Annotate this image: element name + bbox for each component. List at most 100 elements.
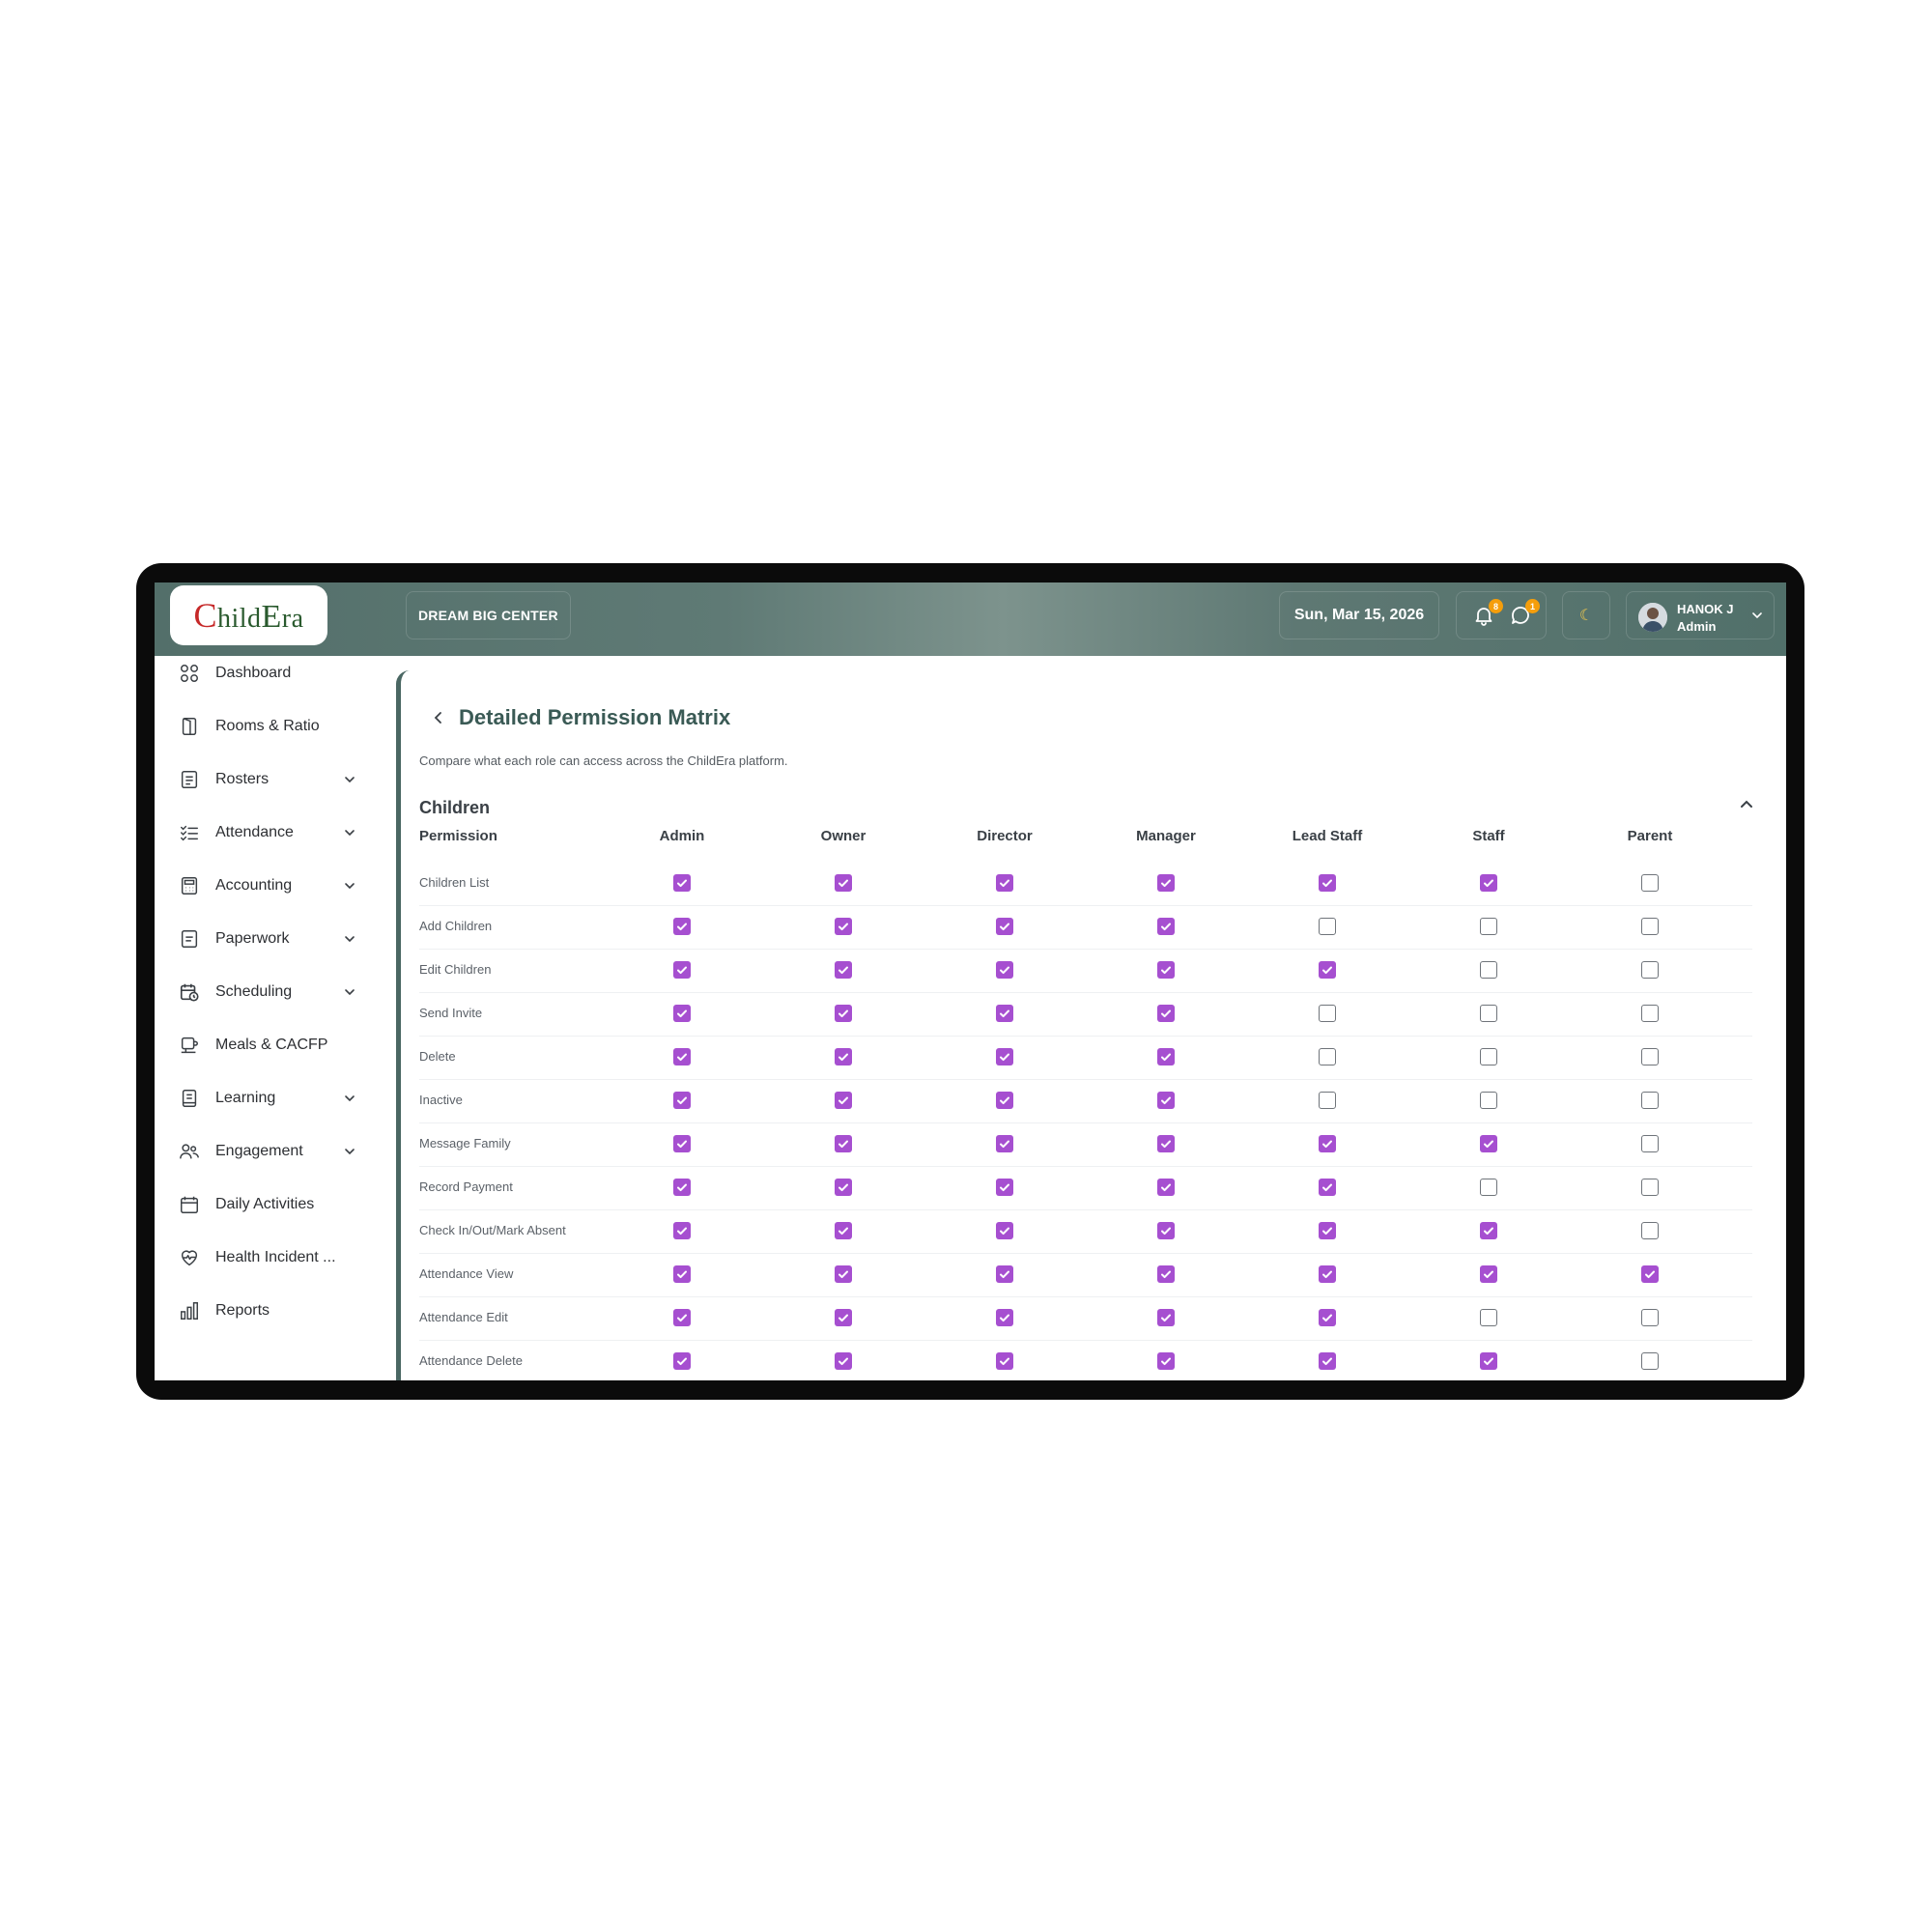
permission-checkbox[interactable] (1641, 1309, 1659, 1326)
permission-checkbox[interactable] (1480, 1265, 1497, 1283)
sidebar-item-reports[interactable]: Reports (179, 1293, 372, 1328)
sidebar-item-rosters[interactable]: Rosters (179, 762, 372, 797)
permission-checkbox[interactable] (673, 1048, 691, 1065)
permission-checkbox[interactable] (1319, 918, 1336, 935)
permission-checkbox[interactable] (673, 961, 691, 979)
permission-checkbox[interactable] (1157, 874, 1175, 892)
permission-checkbox[interactable] (1319, 1265, 1336, 1283)
permission-checkbox[interactable] (835, 1092, 852, 1109)
permission-checkbox[interactable] (1480, 1092, 1497, 1109)
permission-checkbox[interactable] (1157, 1309, 1175, 1326)
permission-checkbox[interactable] (1319, 1309, 1336, 1326)
permission-checkbox[interactable] (996, 1265, 1013, 1283)
permission-checkbox[interactable] (1641, 1135, 1659, 1152)
permission-checkbox[interactable] (673, 1352, 691, 1370)
sidebar-item-dashboard[interactable]: Dashboard (179, 656, 372, 691)
permission-checkbox[interactable] (1641, 1092, 1659, 1109)
permission-checkbox[interactable] (1319, 1048, 1336, 1065)
permission-checkbox[interactable] (835, 1179, 852, 1196)
permission-checkbox[interactable] (1641, 1222, 1659, 1239)
permission-checkbox[interactable] (996, 1352, 1013, 1370)
permission-checkbox[interactable] (996, 1222, 1013, 1239)
permission-checkbox[interactable] (1319, 1135, 1336, 1152)
center-selector[interactable]: DREAM BIG CENTER (406, 591, 571, 639)
chevron-up-icon[interactable] (1737, 794, 1756, 813)
permission-checkbox[interactable] (1641, 1352, 1659, 1370)
permission-checkbox[interactable] (1641, 918, 1659, 935)
user-menu[interactable]: HANOK J Admin (1626, 591, 1775, 639)
sidebar-item-paperwork[interactable]: Paperwork (179, 922, 372, 956)
sidebar-item-learning[interactable]: Learning (179, 1081, 372, 1116)
theme-toggle[interactable]: ☾ (1562, 591, 1610, 639)
permission-checkbox[interactable] (1157, 1265, 1175, 1283)
permission-checkbox[interactable] (835, 1005, 852, 1022)
permission-checkbox[interactable] (1641, 961, 1659, 979)
permission-checkbox[interactable] (673, 1135, 691, 1152)
permission-checkbox[interactable] (835, 961, 852, 979)
permission-checkbox[interactable] (1319, 1352, 1336, 1370)
permission-checkbox[interactable] (1480, 1048, 1497, 1065)
permission-checkbox[interactable] (1480, 1222, 1497, 1239)
sidebar-item-health-incident[interactable]: Health Incident ... (179, 1240, 372, 1275)
permission-checkbox[interactable] (1157, 1005, 1175, 1022)
permission-checkbox[interactable] (1319, 1179, 1336, 1196)
messages-button[interactable]: 1 (1509, 599, 1540, 629)
sidebar-item-attendance[interactable]: Attendance (179, 815, 372, 850)
permission-checkbox[interactable] (1480, 918, 1497, 935)
permission-checkbox[interactable] (1641, 1048, 1659, 1065)
sidebar-item-engagement[interactable]: Engagement (179, 1134, 372, 1169)
permission-checkbox[interactable] (1480, 961, 1497, 979)
notification-button[interactable]: 8 (1472, 599, 1503, 629)
permission-checkbox[interactable] (1157, 1352, 1175, 1370)
permission-checkbox[interactable] (1157, 918, 1175, 935)
permission-checkbox[interactable] (996, 1135, 1013, 1152)
permission-checkbox[interactable] (835, 874, 852, 892)
back-arrow-icon[interactable] (430, 709, 447, 726)
permission-checkbox[interactable] (1319, 874, 1336, 892)
permission-checkbox[interactable] (1319, 1005, 1336, 1022)
permission-checkbox[interactable] (1480, 1352, 1497, 1370)
permission-checkbox[interactable] (1641, 1265, 1659, 1283)
permission-checkbox[interactable] (1641, 874, 1659, 892)
permission-checkbox[interactable] (835, 1048, 852, 1065)
permission-checkbox[interactable] (996, 1309, 1013, 1326)
permission-checkbox[interactable] (835, 1309, 852, 1326)
permission-checkbox[interactable] (1157, 1048, 1175, 1065)
permission-checkbox[interactable] (996, 874, 1013, 892)
permission-checkbox[interactable] (1480, 1179, 1497, 1196)
permission-checkbox[interactable] (1319, 961, 1336, 979)
permission-checkbox[interactable] (1641, 1179, 1659, 1196)
permission-checkbox[interactable] (1480, 1135, 1497, 1152)
logo[interactable]: ChildEra (170, 585, 327, 645)
permission-checkbox[interactable] (673, 874, 691, 892)
permission-checkbox[interactable] (1480, 874, 1497, 892)
permission-checkbox[interactable] (1157, 961, 1175, 979)
permission-checkbox[interactable] (835, 1352, 852, 1370)
permission-checkbox[interactable] (673, 1222, 691, 1239)
sidebar-item-meals[interactable]: Meals & CACFP (179, 1028, 372, 1063)
permission-checkbox[interactable] (673, 1179, 691, 1196)
permission-checkbox[interactable] (996, 1092, 1013, 1109)
permission-checkbox[interactable] (1480, 1005, 1497, 1022)
permission-checkbox[interactable] (673, 918, 691, 935)
permission-checkbox[interactable] (1319, 1222, 1336, 1239)
permission-checkbox[interactable] (835, 1265, 852, 1283)
permission-checkbox[interactable] (673, 1265, 691, 1283)
permission-checkbox[interactable] (996, 1048, 1013, 1065)
permission-checkbox[interactable] (1157, 1222, 1175, 1239)
permission-checkbox[interactable] (673, 1309, 691, 1326)
permission-checkbox[interactable] (996, 1005, 1013, 1022)
permission-checkbox[interactable] (835, 918, 852, 935)
permission-checkbox[interactable] (996, 1179, 1013, 1196)
permission-checkbox[interactable] (1641, 1005, 1659, 1022)
permission-checkbox[interactable] (1157, 1135, 1175, 1152)
sidebar-item-daily-activities[interactable]: Daily Activities (179, 1187, 372, 1222)
permission-checkbox[interactable] (996, 918, 1013, 935)
permission-checkbox[interactable] (673, 1005, 691, 1022)
permission-checkbox[interactable] (996, 961, 1013, 979)
permission-checkbox[interactable] (1480, 1309, 1497, 1326)
permission-checkbox[interactable] (835, 1135, 852, 1152)
sidebar-item-rooms[interactable]: Rooms & Ratio (179, 709, 372, 744)
sidebar-item-accounting[interactable]: Accounting (179, 868, 372, 903)
permission-checkbox[interactable] (1157, 1092, 1175, 1109)
